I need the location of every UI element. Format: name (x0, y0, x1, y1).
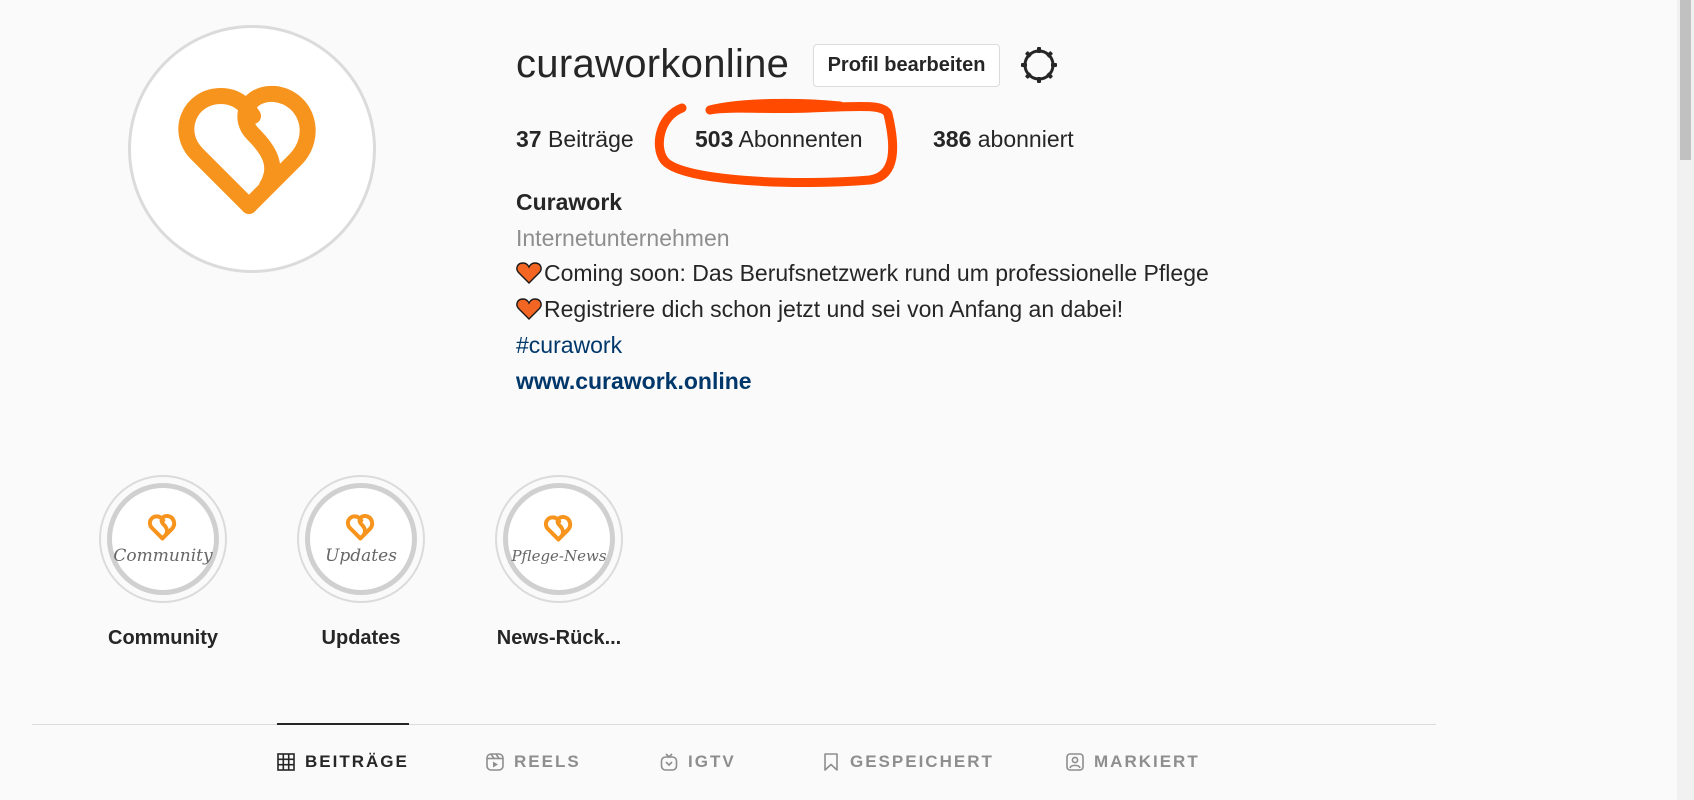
tab-posts[interactable]: BEITRÄGE (277, 723, 409, 799)
highlight-cover-text: Updates (325, 546, 397, 566)
reels-icon (486, 753, 504, 771)
highlight-cover-text: Pflege-News (511, 547, 607, 565)
tab-label: BEITRÄGE (305, 752, 409, 771)
page-scrollbar[interactable] (1677, 0, 1694, 800)
bio-line-2-text: Registriere dich schon jetzt und sei von… (544, 296, 1124, 322)
scrollbar-thumb[interactable] (1680, 0, 1691, 160)
tab-label: REELS (514, 752, 581, 771)
tab-label: IGTV (688, 752, 736, 771)
highlight-cover[interactable]: Updates (297, 475, 425, 603)
posts-count: 37 (516, 126, 542, 152)
tab-label: MARKIERT (1094, 752, 1200, 771)
tagged-icon (1066, 753, 1084, 771)
orange-heart-icon (516, 298, 542, 320)
posts-label: Beiträge (547, 126, 634, 152)
bio-line-1: Coming soon: Das Berufsnetzwerk rund um … (516, 260, 1209, 287)
heart-logo-icon (178, 85, 316, 214)
highlight-community[interactable]: Community Community (99, 475, 227, 650)
bio-line-1-text: Coming soon: Das Berufsnetzwerk rund um … (544, 260, 1209, 286)
following-count: 386 (933, 126, 972, 152)
bio-hashtag-link[interactable]: #curawork (516, 332, 622, 359)
highlight-label: Community (108, 627, 218, 649)
stat-following[interactable]: 386 abonniert (933, 126, 1074, 153)
highlight-label: Updates (321, 627, 401, 649)
edit-profile-button[interactable]: Profil bearbeiten (813, 44, 1000, 87)
tab-tagged[interactable]: MARKIERT (1066, 724, 1200, 800)
tab-label: GESPEICHERT (850, 752, 994, 771)
bookmark-icon (824, 753, 838, 771)
heart-logo-icon (345, 514, 375, 541)
profile-avatar[interactable] (128, 25, 376, 273)
stat-posts: 37 Beiträge (516, 126, 634, 153)
bio-name: Curawork (516, 189, 623, 215)
igtv-icon (660, 753, 678, 771)
highlight-cover[interactable]: Community (99, 475, 227, 603)
grid-icon (277, 753, 295, 771)
highlight-label: News-Rück... (496, 627, 622, 649)
followers-label: Abonnenten (738, 126, 863, 152)
highlight-news[interactable]: Pflege-News News-Rück... (495, 475, 623, 650)
tab-reels[interactable]: REELS (486, 724, 581, 800)
bio-category: Internetunternehmen (516, 225, 730, 251)
highlight-cover[interactable]: Pflege-News (495, 475, 623, 603)
orange-heart-icon (516, 262, 542, 284)
highlight-cover-text: Community (113, 546, 213, 566)
tab-saved[interactable]: GESPEICHERT (822, 724, 994, 800)
profile-username: curaworkonline (516, 42, 790, 86)
heart-logo-icon (543, 515, 573, 542)
highlight-updates[interactable]: Updates Updates (297, 475, 425, 650)
tab-igtv[interactable]: IGTV (660, 724, 736, 800)
heart-logo-icon (147, 514, 177, 541)
followers-count: 503 (695, 126, 734, 152)
settings-gear-icon[interactable] (1018, 44, 1060, 86)
bio-line-2: Registriere dich schon jetzt und sei von… (516, 296, 1123, 323)
following-label: abonniert (977, 126, 1074, 152)
bio-website-link[interactable]: www.curawork.online (516, 368, 752, 395)
stat-followers[interactable]: 503 Abonnenten (695, 126, 863, 153)
